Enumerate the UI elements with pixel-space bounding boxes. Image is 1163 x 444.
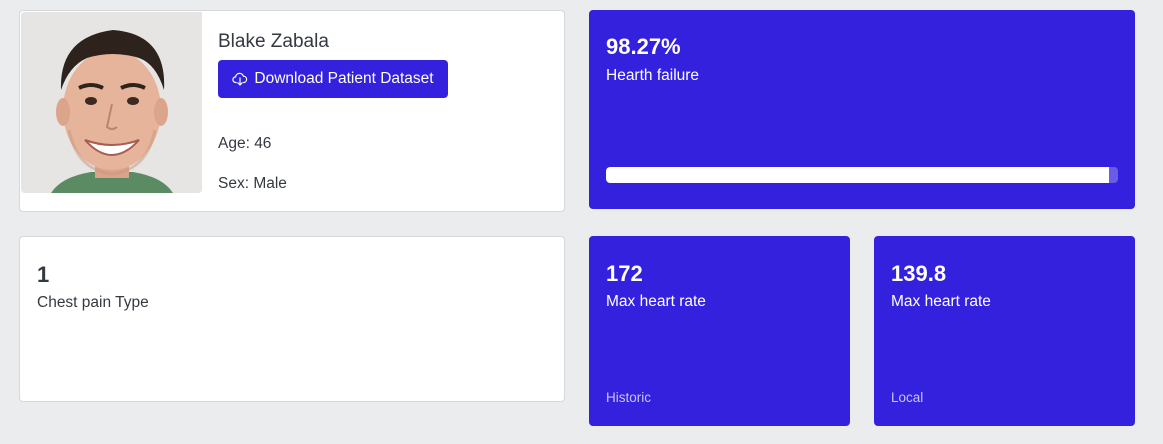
download-dataset-button[interactable]: Download Patient Dataset [218, 60, 448, 98]
heart-failure-progress-bar [606, 167, 1118, 183]
max-heart-rate-local-label: Max heart rate [891, 293, 991, 310]
max-heart-rate-local-value: 139.8 [891, 261, 947, 286]
patient-name: Blake Zabala [218, 31, 329, 52]
download-button-label: Download Patient Dataset [254, 70, 434, 87]
cloud-download-icon [232, 72, 248, 86]
heart-failure-label: Hearth failure [606, 67, 700, 84]
heart-failure-value: 98.27% [606, 34, 681, 59]
chest-pain-value: 1 [37, 262, 50, 287]
patient-photo [21, 12, 202, 193]
max-heart-rate-historic-footer: Historic [606, 390, 652, 405]
max-heart-rate-historic-label: Max heart rate [606, 293, 706, 310]
patient-card: Blake Zabala Download Patient Dataset Ag… [19, 10, 565, 212]
heart-failure-card: 98.27% Hearth failure [589, 10, 1135, 209]
chest-pain-card: 1 Chest pain Type [19, 236, 565, 402]
patient-age: Age: 46 [218, 135, 272, 152]
patient-avatar [21, 12, 202, 193]
chest-pain-label: Chest pain Type [37, 294, 149, 311]
max-heart-rate-historic-card: 172 Max heart rate Historic [589, 236, 850, 426]
max-heart-rate-historic-value: 172 [606, 261, 643, 286]
heart-failure-progress-fill [606, 167, 1110, 183]
max-heart-rate-local-footer: Local [891, 390, 924, 405]
patient-sex: Sex: Male [218, 175, 287, 192]
max-heart-rate-local-card: 139.8 Max heart rate Local [874, 236, 1135, 426]
